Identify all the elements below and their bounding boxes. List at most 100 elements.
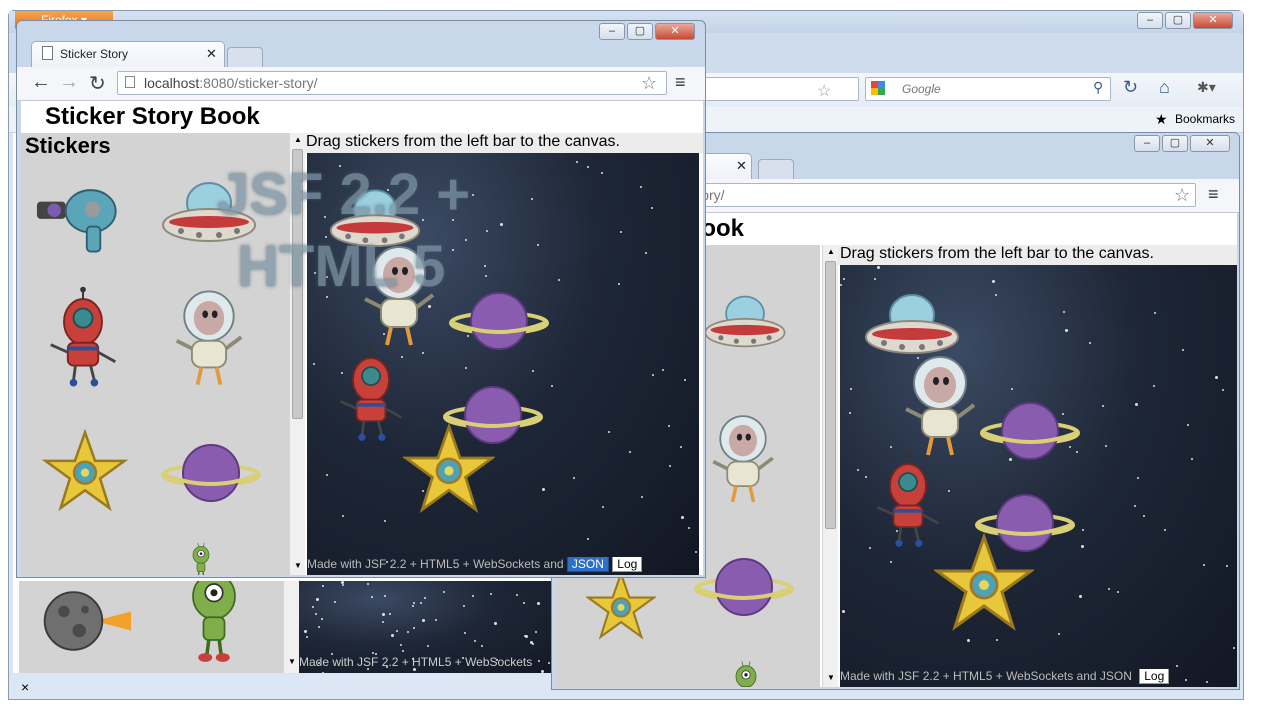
star-dot — [1153, 385, 1155, 387]
scroll-down-icon[interactable]: ▼ — [827, 673, 835, 682]
google-icon — [871, 81, 885, 95]
canvas-astronaut[interactable] — [900, 351, 980, 461]
sticker-green-alien[interactable] — [179, 581, 249, 669]
sticker-astronaut[interactable] — [171, 283, 247, 393]
canvas-star[interactable] — [934, 533, 1034, 633]
minimize-icon[interactable]: – — [1134, 135, 1160, 152]
star-dot — [485, 275, 487, 277]
star-dot — [525, 635, 528, 638]
maximize-icon[interactable]: ▢ — [1165, 12, 1191, 29]
bookmark-star-icon[interactable]: ☆ — [641, 73, 657, 94]
sticker-star[interactable] — [586, 571, 656, 641]
star-dot — [842, 610, 845, 613]
sticker-astronaut[interactable] — [708, 409, 778, 509]
maximize-icon[interactable]: ▢ — [627, 23, 653, 40]
sticker-star[interactable] — [41, 429, 129, 513]
star-dot — [1182, 349, 1184, 351]
addon-icon[interactable]: ✱▾ — [1197, 79, 1216, 96]
scroll-down-icon[interactable]: ▼ — [288, 657, 296, 666]
star-dot — [1215, 376, 1218, 379]
behind-scrollbar[interactable]: ▼ — [283, 581, 299, 673]
canvas-star[interactable] — [403, 423, 495, 515]
sticker-green-alien[interactable] — [171, 541, 231, 575]
search-input[interactable]: Google — [865, 77, 1111, 101]
forward-icon[interactable]: → — [59, 71, 79, 94]
canvas-planet[interactable] — [449, 281, 549, 361]
sticker-planet[interactable] — [694, 547, 794, 627]
instruction-text: Drag stickers from the left bar to the c… — [838, 245, 1237, 265]
bookmarks-icon[interactable]: ★ — [1155, 111, 1168, 128]
star-dot — [422, 352, 424, 354]
firefox-url-bar[interactable] — [699, 77, 859, 101]
star-dot — [1063, 311, 1065, 313]
canvas-planet[interactable] — [980, 391, 1080, 471]
reload-icon[interactable]: ↻ — [89, 71, 106, 96]
star-dot — [516, 594, 518, 596]
star-dot — [576, 161, 578, 163]
star-dot — [530, 641, 533, 644]
canvas-robot[interactable] — [335, 345, 407, 445]
sticker-raygun[interactable] — [35, 177, 131, 257]
star-dot — [490, 593, 492, 595]
log-button[interactable]: Log — [612, 557, 643, 572]
star-dot — [413, 602, 415, 604]
minimize-icon[interactable]: – — [1137, 12, 1163, 29]
sticker-red-robot[interactable] — [45, 283, 121, 393]
maximize-icon[interactable]: ▢ — [1162, 135, 1188, 152]
star-dot — [464, 632, 466, 634]
reload-icon[interactable]: ↻ — [1123, 77, 1138, 98]
bookmark-star-icon[interactable]: ☆ — [1174, 185, 1190, 206]
star-icon[interactable]: ☆ — [817, 81, 831, 101]
sidebar-scrollbar[interactable]: ▲ ▼ — [822, 245, 838, 687]
tab-sticker-story[interactable]: Sticker Story ✕ — [31, 41, 225, 67]
star-dot — [313, 363, 315, 365]
star-dot — [537, 602, 540, 605]
star-dot — [474, 640, 476, 642]
star-dot — [695, 551, 697, 553]
url-bar[interactable]: localhost:8080/sticker-story/ — [117, 71, 667, 95]
scroll-down-icon[interactable]: ▼ — [294, 561, 302, 570]
star-dot — [1233, 647, 1235, 649]
star-dot — [316, 598, 319, 601]
sticker-ufo[interactable] — [702, 289, 788, 359]
scroll-up-icon[interactable]: ▲ — [294, 135, 302, 144]
story-canvas[interactable]: Made with JSF 2.2 + HTML5 + WebSockets a… — [840, 265, 1237, 687]
bookmarks-label[interactable]: Bookmarks — [1175, 112, 1235, 126]
search-icon[interactable]: ⚲ — [1093, 79, 1103, 96]
close-icon[interactable]: ✕ — [1190, 135, 1230, 152]
back-icon[interactable]: ← — [31, 71, 51, 94]
star-dot — [486, 230, 488, 232]
star-dot — [384, 520, 386, 522]
star-dot — [532, 370, 534, 372]
sticker-green-alien[interactable] — [716, 659, 776, 687]
star-dot — [640, 186, 642, 188]
star-dot — [542, 488, 545, 491]
log-button[interactable]: Log — [1139, 669, 1170, 684]
sticker-planet[interactable] — [161, 433, 261, 513]
minimize-icon[interactable]: – — [599, 23, 625, 40]
tab-close-icon[interactable]: ✕ — [206, 46, 217, 62]
close-icon[interactable]: ✕ — [1193, 12, 1233, 29]
close-icon[interactable]: ✕ — [655, 23, 695, 40]
star-dot — [382, 613, 385, 616]
scroll-up-icon[interactable]: ▲ — [827, 247, 835, 256]
chrome-menu-icon[interactable]: ≡ — [675, 72, 686, 93]
sticker-asteroid[interactable] — [37, 581, 133, 661]
star-dot — [523, 602, 525, 604]
scroll-thumb[interactable] — [825, 261, 836, 529]
behind-canvas[interactable]: Made with JSF 2.2 + HTML5 + WebSockets — [299, 581, 557, 673]
close-icon[interactable]: × — [21, 679, 29, 695]
new-tab-button[interactable] — [758, 159, 794, 179]
star-dot — [322, 585, 324, 587]
star-dot — [424, 597, 426, 599]
star-dot — [558, 279, 560, 281]
tab-close-icon[interactable]: ✕ — [736, 158, 747, 174]
star-dot — [1058, 633, 1060, 635]
chrome-menu-icon[interactable]: ≡ — [1208, 184, 1219, 205]
star-dot — [587, 538, 589, 540]
json-button[interactable]: JSON — [566, 557, 609, 572]
home-icon[interactable]: ⌂ — [1159, 77, 1170, 98]
star-dot — [688, 527, 690, 529]
star-dot — [1011, 388, 1013, 390]
new-tab-button[interactable] — [227, 47, 263, 67]
